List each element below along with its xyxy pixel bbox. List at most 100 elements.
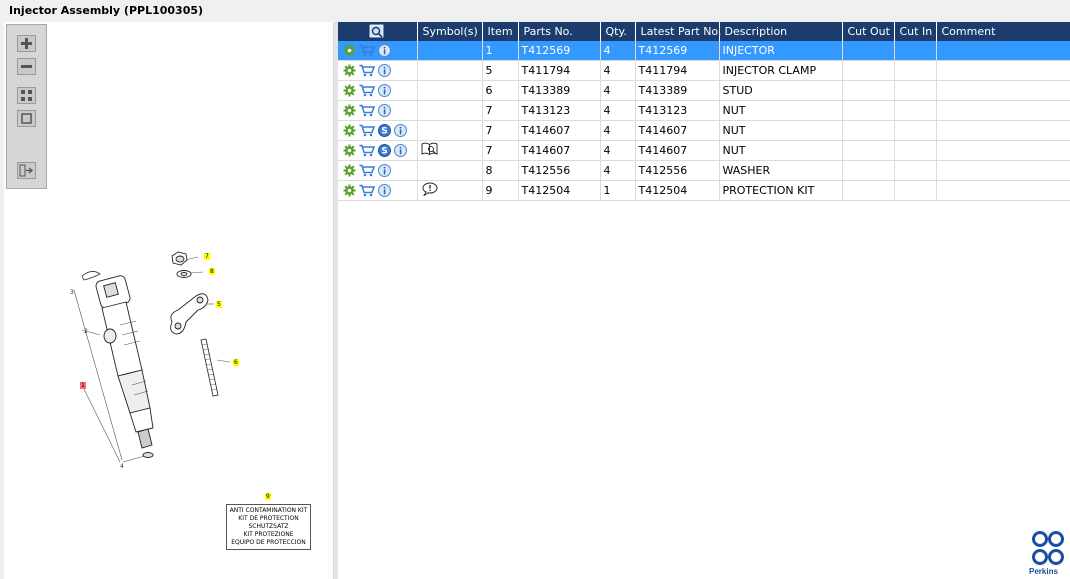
comment-icon[interactable]: [421, 182, 438, 196]
cart-icon[interactable]: [359, 184, 376, 198]
title-bar: Injector Assembly (PPL100305): [0, 0, 1070, 22]
callout-label-2: 2: [84, 328, 88, 335]
row-qty: 4: [600, 100, 636, 121]
table-row[interactable]: 7 T413123 4 T413123 NUT: [338, 100, 1070, 121]
row-item: 8: [482, 160, 519, 181]
row-comment: [936, 120, 1070, 141]
zoom-in-button[interactable]: [17, 35, 36, 52]
row-cut-in: [894, 60, 937, 81]
row-symbols: [417, 160, 483, 181]
zoom-toolbar: [6, 24, 47, 189]
gear-icon[interactable]: [343, 64, 357, 78]
callout-9[interactable]: 9: [265, 493, 271, 500]
row-latest-part-no: T411794: [635, 60, 720, 81]
row-symbols: [417, 180, 483, 201]
callout-6[interactable]: 6: [233, 359, 239, 366]
row-cut-in: [894, 160, 937, 181]
table-row[interactable]: 8 T412556 4 T412556 WASHER: [338, 160, 1070, 181]
column-header-qty[interactable]: Qty.: [600, 22, 636, 41]
callout-5[interactable]: 5: [216, 301, 222, 308]
info-icon[interactable]: [378, 183, 392, 198]
info-icon[interactable]: [378, 63, 392, 78]
row-cut-in: [894, 120, 937, 141]
gear-icon[interactable]: [343, 104, 357, 118]
row-item: 5: [482, 60, 519, 81]
column-header-symbols[interactable]: Symbol(s): [417, 22, 483, 41]
minus-icon: [21, 65, 32, 68]
kit-line: SCHUTZSATZ: [248, 523, 289, 530]
row-item: 1: [482, 41, 519, 61]
gear-icon[interactable]: [343, 184, 357, 198]
zoom-out-button[interactable]: [17, 58, 36, 75]
actual-size-button[interactable]: [17, 110, 36, 127]
cart-icon[interactable]: [359, 44, 376, 58]
info-icon[interactable]: [378, 163, 392, 178]
actual-size-icon: [21, 113, 32, 124]
row-comment: [936, 160, 1070, 181]
table-row[interactable]: 6 T413389 4 T413389 STUD: [338, 80, 1070, 101]
book-icon[interactable]: [421, 142, 438, 156]
info-icon[interactable]: [378, 43, 392, 58]
cart-icon[interactable]: [359, 84, 376, 98]
row-qty: 4: [600, 60, 636, 81]
kit-line: ANTI CONTAMINATION KIT: [229, 507, 308, 514]
row-cut-out: [842, 120, 895, 141]
gear-icon[interactable]: [343, 164, 357, 178]
column-header-cut-out[interactable]: Cut Out: [842, 22, 895, 41]
column-header-latest-part-no[interactable]: Latest Part No.: [635, 22, 721, 41]
row-latest-part-no: T412556: [635, 160, 720, 181]
fit-icon: [21, 90, 32, 101]
column-header-description[interactable]: Description: [719, 22, 843, 41]
table-row[interactable]: S 7 T414607 4 T414607 NUT: [338, 140, 1070, 161]
cart-icon[interactable]: [359, 104, 376, 118]
info-icon[interactable]: [378, 83, 392, 98]
row-cut-in: [894, 140, 937, 161]
row-parts-no: T412569: [518, 41, 601, 61]
perkins-logo: Perkins: [1029, 530, 1069, 576]
row-actions: [338, 180, 418, 201]
column-header-actions[interactable]: [338, 22, 418, 41]
gear-icon[interactable]: [343, 44, 357, 58]
info-icon[interactable]: [378, 103, 392, 118]
row-parts-no: T411794: [518, 60, 601, 81]
row-parts-no: T412556: [518, 160, 601, 181]
export-button[interactable]: [17, 162, 36, 179]
cart-icon[interactable]: [359, 144, 376, 158]
callout-7[interactable]: 7: [204, 253, 210, 260]
column-header-item[interactable]: Item: [482, 22, 519, 41]
gear-icon[interactable]: [343, 144, 357, 158]
row-cut-in: [894, 41, 937, 61]
row-latest-part-no: T414607: [635, 140, 720, 161]
table-row[interactable]: 9 T412504 1 T412504 PROTECTION KIT: [338, 180, 1070, 201]
row-latest-part-no: T413389: [635, 80, 720, 101]
table-row[interactable]: 5 T411794 4 T411794 INJECTOR CLAMP: [338, 60, 1070, 81]
column-header-parts-no[interactable]: Parts No.: [518, 22, 601, 41]
svg-text:S: S: [381, 126, 387, 136]
svg-text:S: S: [381, 146, 387, 156]
column-header-cut-in[interactable]: Cut In: [894, 22, 937, 41]
callout-1[interactable]: 1: [80, 382, 86, 389]
row-description: STUD: [719, 80, 843, 101]
cart-icon[interactable]: [359, 124, 376, 138]
table-row[interactable]: S 7 T414607 4 T414607 NUT: [338, 120, 1070, 141]
service-icon[interactable]: S: [378, 123, 392, 138]
row-qty: 4: [600, 140, 636, 161]
part-search-icon[interactable]: [369, 24, 385, 39]
cart-icon[interactable]: [359, 164, 376, 178]
parts-table: Symbol(s) Item Parts No. Qty. Latest Par…: [338, 22, 1070, 201]
fit-page-button[interactable]: [17, 87, 36, 104]
row-item: 6: [482, 80, 519, 101]
row-actions: [338, 41, 418, 61]
service-icon[interactable]: S: [378, 143, 392, 158]
gear-icon[interactable]: [343, 124, 357, 138]
info-icon[interactable]: [394, 143, 408, 158]
info-icon[interactable]: [394, 123, 408, 138]
row-parts-no: T413123: [518, 100, 601, 121]
table-row[interactable]: 1 T412569 4 T412569 INJECTOR: [338, 41, 1070, 61]
gear-icon[interactable]: [343, 84, 357, 98]
row-actions: [338, 160, 418, 181]
callout-8[interactable]: 8: [209, 268, 215, 275]
cart-icon[interactable]: [359, 64, 376, 78]
row-qty: 4: [600, 120, 636, 141]
column-header-comment[interactable]: Comment: [936, 22, 1070, 41]
